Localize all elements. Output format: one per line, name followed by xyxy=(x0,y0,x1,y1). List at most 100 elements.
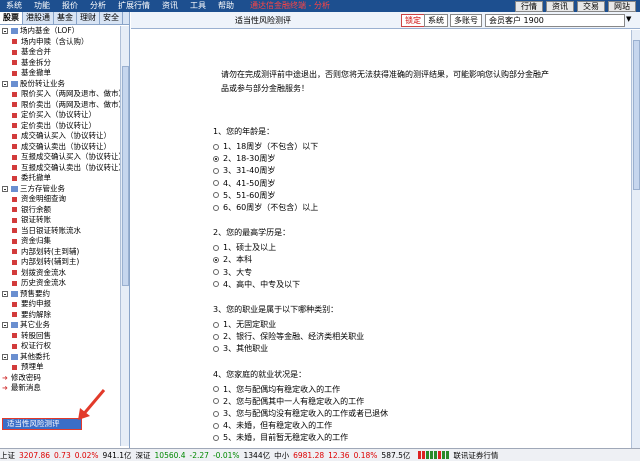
tree-item[interactable]: 限价卖出（两网及退市、做市） xyxy=(0,100,120,111)
news-button[interactable]: 资讯 xyxy=(546,1,574,12)
radio-button[interactable] xyxy=(213,192,219,199)
radio-button[interactable] xyxy=(213,281,219,288)
tree-item[interactable]: ➜ 修改密码 xyxy=(0,373,120,384)
menu-analysis[interactable]: 分析 xyxy=(84,0,112,12)
survey-scrollbar-thumb[interactable] xyxy=(633,40,640,190)
answer-option[interactable]: 1、硕士及以上 xyxy=(213,242,276,253)
collapse-icon[interactable] xyxy=(2,322,8,329)
tree-item[interactable]: 权证行权 xyxy=(0,341,120,352)
tab-fund[interactable]: 基金 xyxy=(54,12,77,24)
tree-item[interactable]: 基金合并 xyxy=(0,47,120,58)
tree-item[interactable]: 要约解除 xyxy=(0,310,120,321)
menu-system[interactable]: 系统 xyxy=(0,0,28,12)
tree-item[interactable]: 内部划转(辅到主) xyxy=(0,257,120,268)
radio-button[interactable] xyxy=(213,244,219,251)
trade-button[interactable]: 交易 xyxy=(577,1,605,12)
tree-item[interactable]: 预埋单 xyxy=(0,362,120,373)
tree-category[interactable]: 其他委托 xyxy=(0,352,120,363)
account-select[interactable]: 会员客户 1900 xyxy=(485,14,625,27)
tree-item-risk-assessment[interactable]: 适当性风险测评 xyxy=(2,418,82,430)
menu-news[interactable]: 资讯 xyxy=(156,0,184,12)
lock-button[interactable]: 锁定 xyxy=(401,14,425,27)
answer-option[interactable]: 1、18周岁（不包含）以下 xyxy=(213,141,318,152)
tree-item[interactable]: 资金明细查询 xyxy=(0,194,120,205)
left-scrollbar-thumb[interactable] xyxy=(122,66,129,286)
collapse-icon[interactable] xyxy=(2,185,8,192)
menu-quote[interactable]: 报价 xyxy=(56,0,84,12)
menu-function[interactable]: 功能 xyxy=(28,0,56,12)
tree-item[interactable]: 资金归集 xyxy=(0,236,120,247)
answer-option[interactable]: 5、51-60周岁 xyxy=(213,190,275,201)
chevron-down-icon[interactable]: ▼ xyxy=(626,15,631,23)
survey-scrollbar[interactable] xyxy=(631,30,640,448)
tree-item[interactable]: 内部划转(主到辅) xyxy=(0,247,120,258)
tree-item[interactable]: 成交确认买入（协议转让） xyxy=(0,131,120,142)
tab-security[interactable]: 安全 xyxy=(100,12,123,24)
radio-button[interactable] xyxy=(213,256,219,263)
answer-option[interactable]: 2、银行、保险等金融、经济类相关职业 xyxy=(213,331,364,342)
collapse-icon[interactable] xyxy=(2,80,8,87)
tree-item[interactable]: 互报成交确认买入（协议转让） xyxy=(0,152,120,163)
menu-tools[interactable]: 工具 xyxy=(184,0,212,12)
tree-item[interactable]: 成交确认卖出（协议转让） xyxy=(0,142,120,153)
radio-button[interactable] xyxy=(213,321,219,328)
menu-help[interactable]: 帮助 xyxy=(212,0,240,12)
tree-item[interactable]: 划拨资金流水 xyxy=(0,268,120,279)
radio-button[interactable] xyxy=(213,180,219,187)
answer-option[interactable]: 3、大专 xyxy=(213,267,252,278)
collapse-icon[interactable] xyxy=(2,353,8,360)
quote-button[interactable]: 行情 xyxy=(515,1,543,12)
radio-button[interactable] xyxy=(213,143,219,150)
answer-option[interactable]: 3、31-40周岁 xyxy=(213,165,275,176)
tree-item[interactable]: 历史资金流水 xyxy=(0,278,120,289)
tree-category[interactable]: 预售要约 xyxy=(0,289,120,300)
radio-button[interactable] xyxy=(213,345,219,352)
tree-item[interactable]: 基金撤单 xyxy=(0,68,120,79)
tree-item[interactable]: 定价卖出（协议转让） xyxy=(0,121,120,132)
tree-item[interactable]: 互报成交确认卖出（协议转让） xyxy=(0,163,120,174)
answer-option[interactable]: 4、41-50周岁 xyxy=(213,178,275,189)
tab-hk-connect[interactable]: 港股通 xyxy=(23,12,54,24)
tree-item[interactable]: 定价买入（协议转让） xyxy=(0,110,120,121)
radio-button[interactable] xyxy=(213,398,219,405)
radio-button[interactable] xyxy=(213,386,219,393)
system-button[interactable]: 系统 xyxy=(424,14,448,27)
answer-option[interactable]: 6、60周岁（不包含）以上 xyxy=(213,202,318,213)
tree-item[interactable]: 场内申赎（含认购） xyxy=(0,37,120,48)
collapse-icon[interactable] xyxy=(2,290,8,297)
tab-wealth[interactable]: 理财 xyxy=(77,12,100,24)
answer-option[interactable]: 1、您与配偶均有稳定收入的工作 xyxy=(213,384,340,395)
radio-button[interactable] xyxy=(213,167,219,174)
website-button[interactable]: 网站 xyxy=(608,1,636,12)
tab-stock[interactable]: 股票 xyxy=(0,12,23,24)
radio-button[interactable] xyxy=(213,333,219,340)
tree-item[interactable]: 转股回售 xyxy=(0,331,120,342)
tree-category[interactable]: 股份转让业务 xyxy=(0,79,120,90)
collapse-icon[interactable] xyxy=(2,28,8,35)
answer-option[interactable]: 2、您与配偶其中一人有稳定收入的工作 xyxy=(213,396,364,407)
tree-item[interactable]: 银证转账 xyxy=(0,215,120,226)
answer-option[interactable]: 3、您与配偶均没有稳定收入的工作或者已退休 xyxy=(213,408,388,419)
radio-button[interactable] xyxy=(213,204,219,211)
menu-extended-quote[interactable]: 扩展行情 xyxy=(112,0,156,12)
radio-button[interactable] xyxy=(213,269,219,276)
radio-button[interactable] xyxy=(213,410,219,417)
tree-item[interactable]: 银行余额 xyxy=(0,205,120,216)
tree-item[interactable]: 委托撤单 xyxy=(0,173,120,184)
answer-option[interactable]: 2、18-30周岁 xyxy=(213,153,275,164)
left-scrollbar[interactable] xyxy=(120,26,129,446)
answer-option[interactable]: 1、无固定职业 xyxy=(213,319,276,330)
tree-category[interactable]: 场内基金（LOF） xyxy=(0,26,120,37)
multi-account-button[interactable]: 多账号 xyxy=(450,14,482,27)
tree-item[interactable]: 基金拆分 xyxy=(0,58,120,69)
tree-item[interactable]: 当日银证转账流水 xyxy=(0,226,120,237)
tree-item[interactable]: 限价买入（两网及退市、做市） xyxy=(0,89,120,100)
radio-button[interactable] xyxy=(213,155,219,162)
answer-option[interactable]: 2、本科 xyxy=(213,254,252,265)
answer-option[interactable]: 4、高中、中专及以下 xyxy=(213,279,300,290)
answer-option[interactable]: 3、其他职业 xyxy=(213,343,268,354)
answer-option[interactable]: 4、未婚，但有稳定收入的工作 xyxy=(213,420,332,431)
tree-category[interactable]: 其它业务 xyxy=(0,320,120,331)
radio-button[interactable] xyxy=(213,422,219,429)
tree-category[interactable]: 三方存管业务 xyxy=(0,184,120,195)
